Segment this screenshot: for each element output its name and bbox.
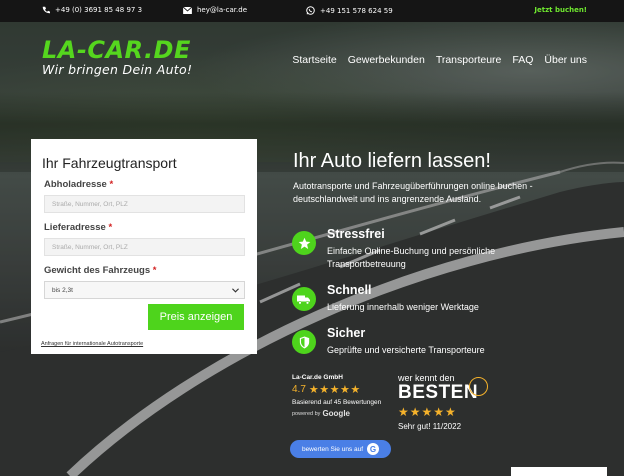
truck-icon [292, 287, 316, 311]
envelope-icon [183, 6, 192, 14]
hero-headline: Ihr Auto liefern lassen! [293, 150, 491, 172]
google-logo: Google [322, 409, 350, 418]
logo-tagline: Wir bringen Dein Auto! [42, 62, 193, 77]
wkdb-stars: ★★★★★ [398, 405, 457, 419]
hero-subline: Autotransporte und Fahrzeugüberführungen… [293, 181, 533, 204]
main-nav: Startseite Gewerbekunden Transporteure F… [292, 54, 587, 66]
pickup-placeholder: Straße, Nummer, Ort, PLZ [52, 200, 128, 208]
logo-name: LA-CAR.DE [42, 36, 191, 64]
whatsapp-contact[interactable]: +49 151 578 624 59 [306, 6, 393, 15]
international-transport-link[interactable]: Anfragen für internationale Autotranspor… [41, 341, 143, 347]
top-contact-bar: +49 (0) 3691 85 48 97 3 hey@la-car.de +4… [0, 0, 624, 22]
weight-select[interactable]: bis 2,3t [44, 281, 245, 299]
email-contact[interactable]: hey@la-car.de [183, 6, 247, 14]
site-logo[interactable]: LA-CAR.DE Wir bringen Dein Auto! [42, 36, 192, 77]
rating-row: 4.7 ★★★★★ [292, 383, 382, 396]
phone-number: +49 (0) 3691 85 48 97 3 [55, 6, 143, 14]
transport-form-card: Ihr Fahrzeugtransport Abholadresse * Str… [31, 139, 257, 354]
rating-basis: Basierend auf 45 Bewertungen [292, 399, 382, 406]
rating-stars: ★★★★★ [308, 383, 361, 396]
nav-transporteure[interactable]: Transporteure [436, 54, 502, 66]
chevron-down-icon [232, 287, 239, 293]
book-now-link[interactable]: Jetzt buchen! [534, 6, 587, 14]
feature-title: Stressfrei [327, 227, 385, 241]
nav-gewerbekunden[interactable]: Gewerbekunden [348, 54, 425, 66]
feature-desc: Einfache Online-Buchung und persönliche … [327, 246, 496, 269]
phone-contact[interactable]: +49 (0) 3691 85 48 97 3 [42, 6, 142, 14]
whatsapp-number: +49 151 578 624 59 [320, 6, 393, 15]
feature-title: Schnell [327, 283, 372, 297]
delivery-placeholder: Straße, Nummer, Ort, PLZ [52, 243, 128, 251]
email-address: hey@la-car.de [197, 6, 247, 14]
powered-by-google: powered by Google [292, 409, 382, 418]
phone-icon [42, 6, 50, 14]
weight-label: Gewicht des Fahrzeugs * [44, 265, 157, 276]
pickup-label: Abholadresse * [44, 179, 114, 190]
rating-value: 4.7 [292, 384, 306, 395]
powered-by-label: powered by [292, 410, 321, 417]
medal-icon [469, 377, 488, 396]
nav-ueber-uns[interactable]: Über uns [544, 54, 587, 66]
shield-icon [292, 330, 316, 354]
form-title: Ihr Fahrzeugtransport [42, 155, 177, 171]
required-mark: * [108, 222, 113, 233]
weight-selected-value: bis 2,3t [52, 286, 73, 294]
google-g-icon: G [367, 443, 380, 455]
wkdb-rating-text: Sehr gut! 11/2022 [398, 422, 462, 431]
delivery-label: Lieferadresse * [44, 222, 113, 233]
feature-desc: Geprüfte und versicherte Transporteure [327, 345, 485, 355]
wkdb-badge[interactable]: wer kennt den BESTEN ★★★★★ Sehr gut! 11/… [398, 373, 498, 431]
delivery-address-input[interactable]: Straße, Nummer, Ort, PLZ [44, 238, 245, 256]
show-price-button[interactable]: Preis anzeigen [148, 304, 244, 330]
pickup-address-input[interactable]: Straße, Nummer, Ort, PLZ [44, 195, 245, 213]
company-name: La-Car.de GmbH [292, 374, 343, 381]
review-on-google-button[interactable]: bewerten Sie uns auf G [290, 440, 391, 458]
google-rating-badge[interactable]: La-Car.de GmbH 4.7 ★★★★★ Basierend auf 4… [292, 374, 382, 418]
cookie-widget-edge[interactable] [511, 467, 607, 476]
required-mark: * [152, 265, 157, 276]
nav-startseite[interactable]: Startseite [292, 54, 336, 66]
required-mark: * [109, 179, 114, 190]
whatsapp-icon [306, 6, 315, 15]
feature-desc: Lieferung innerhalb weniger Werktage [327, 302, 479, 312]
feature-title: Sicher [327, 326, 366, 340]
review-button-label: bewerten Sie uns auf [301, 445, 364, 453]
nav-faq[interactable]: FAQ [512, 54, 533, 66]
star-icon [292, 231, 316, 255]
